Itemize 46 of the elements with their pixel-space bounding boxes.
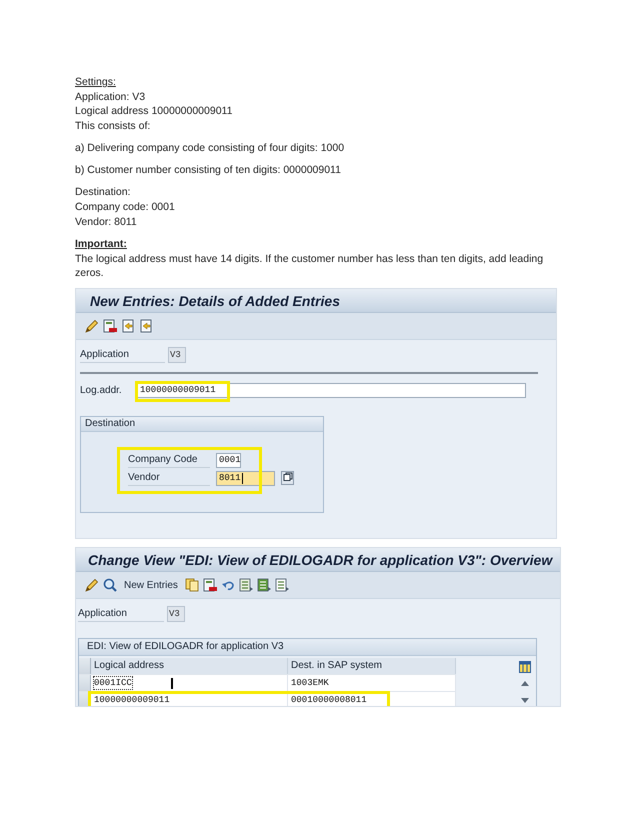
- list-icon[interactable]: [256, 578, 271, 592]
- document-minus-icon[interactable]: [103, 319, 117, 334]
- table-cell[interactable]: 10000000009011: [94, 694, 170, 706]
- note-text: a) Delivering company code consisting of four digits: 1000: [75, 141, 346, 156]
- note-text: This consists of:: [75, 119, 152, 134]
- field-label: Application: [78, 606, 164, 622]
- list-icon[interactable]: [238, 578, 253, 592]
- application-field: V3: [168, 347, 186, 364]
- field-label: Vendor: [128, 470, 210, 486]
- document-minus-icon[interactable]: [202, 578, 217, 592]
- table-cell[interactable]: 0001ICC: [94, 677, 132, 690]
- table-cell[interactable]: 1003EMK: [291, 677, 329, 690]
- scroll-down-icon[interactable]: [521, 698, 529, 704]
- copy-icon[interactable]: [184, 578, 199, 592]
- section-heading: Settings:: [75, 75, 117, 90]
- note-paragraph: The logical address must have 14 digits. If the customer number has less than ten digits, add leading zeros.: [75, 252, 544, 281]
- note-text: Company code: 0001: [75, 200, 176, 215]
- column-header[interactable]: Dest. in SAP system: [288, 658, 456, 674]
- note-text: Destination:: [75, 185, 132, 200]
- text-cursor-icon: [242, 472, 243, 484]
- scroll-up-icon[interactable]: [521, 681, 529, 686]
- column-header[interactable]: Logical address: [91, 658, 288, 674]
- value-help-icon[interactable]: [281, 471, 294, 486]
- field-label: Log.addr.: [80, 384, 123, 398]
- pencil-icon[interactable]: [85, 578, 99, 592]
- magnifier-icon[interactable]: [103, 578, 117, 592]
- table-settings-icon[interactable]: [519, 660, 531, 673]
- screen-title: New Entries: Details of Added Entries: [90, 292, 340, 309]
- section-heading: Important:: [75, 236, 128, 252]
- application-field: V3: [167, 606, 185, 622]
- table-cell[interactable]: 00010000008011: [291, 694, 367, 706]
- note-text: Logical address 10000000009011: [75, 104, 234, 120]
- table-title: EDI: View of EDILOGADR for application V3: [79, 639, 536, 656]
- field-label: Application: [80, 347, 165, 364]
- group-title: Destination: [81, 417, 323, 432]
- input-field[interactable]: 8011: [216, 470, 275, 486]
- pencil-icon[interactable]: [85, 319, 99, 334]
- note-text: b) Customer number consisting of ten digits: 0000009011: [75, 163, 342, 178]
- screen-title: Change View "EDI: View of EDILOGADR for application V3": Overview: [88, 552, 552, 568]
- input-field[interactable]: 0001: [216, 452, 241, 468]
- note-text: Vendor: 8011: [75, 214, 138, 230]
- new-entries-button[interactable]: New Entries: [122, 576, 180, 594]
- list-icon[interactable]: [274, 578, 289, 592]
- text-cursor-icon: [171, 678, 173, 690]
- note-text: Application: V3: [75, 90, 146, 104]
- field-label: Company Code: [128, 452, 210, 468]
